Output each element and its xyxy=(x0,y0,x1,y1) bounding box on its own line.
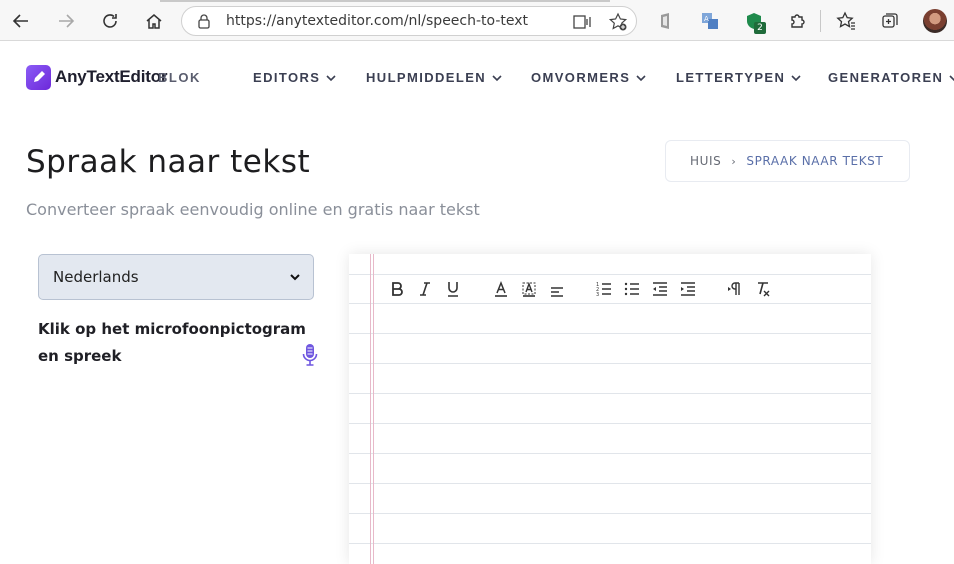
bold-icon xyxy=(392,282,403,296)
back-arrow-icon xyxy=(12,14,28,28)
language-select[interactable]: Nederlands xyxy=(38,254,314,300)
nav-label: GENERATOREN xyxy=(828,70,944,85)
ordered-list-button[interactable]: 123 xyxy=(593,278,615,300)
url-text: https://anytexteditor.com/nl/speech-to-t… xyxy=(226,13,529,29)
nav-label: OMVORMERS xyxy=(531,70,631,85)
text-editor[interactable]: 123 xyxy=(349,254,871,564)
italic-icon xyxy=(420,282,430,296)
nav-item-editors[interactable]: EDITORS xyxy=(253,70,336,85)
chevron-down-icon xyxy=(636,74,646,81)
nav-label: EDITORS xyxy=(253,70,321,85)
lock-icon xyxy=(198,14,210,29)
ordered-list-icon: 123 xyxy=(596,282,611,298)
toolbar-divider xyxy=(820,10,821,32)
office-icon xyxy=(661,13,669,29)
indent-icon xyxy=(681,282,695,296)
logo-text: AnyTextEditor xyxy=(55,67,168,86)
chevron-down-icon xyxy=(949,74,954,81)
margin-line xyxy=(373,254,374,564)
nav-item-omvormers[interactable]: OMVORMERS xyxy=(531,70,646,85)
profile-avatar[interactable] xyxy=(923,9,947,33)
reload-icon xyxy=(103,14,117,28)
bullet-list-icon xyxy=(624,282,639,296)
favorites-star-icon xyxy=(836,11,855,30)
extensions-button[interactable] xyxy=(785,8,811,34)
align-button[interactable] xyxy=(546,278,568,300)
extension-badge: 2 xyxy=(754,22,766,34)
breadcrumb-home-link[interactable]: HUIS xyxy=(690,154,721,168)
reload-button[interactable] xyxy=(97,8,123,34)
clear-format-icon xyxy=(758,282,770,297)
translate-icon: A xyxy=(702,13,718,29)
underline-icon xyxy=(448,282,458,297)
puzzle-icon xyxy=(791,14,805,28)
page-title: Spraak naar tekst xyxy=(26,144,311,180)
breadcrumb: HUIS › SPRAAK NAAR TEKST xyxy=(665,140,910,182)
breadcrumb-current: SPRAAK NAAR TEKST xyxy=(746,154,884,168)
background-color-button[interactable] xyxy=(518,278,540,300)
text-direction-button[interactable] xyxy=(724,278,746,300)
chevron-right-icon: › xyxy=(731,154,737,168)
chevron-down-icon xyxy=(791,74,801,81)
forward-arrow-icon xyxy=(59,14,75,28)
mic-instruction: Klik op het microfoonpictogram en spreek xyxy=(38,320,306,365)
outdent-button[interactable] xyxy=(649,278,671,300)
pencil-logo-icon xyxy=(26,64,51,90)
collections-icon xyxy=(882,13,898,28)
svg-text:3: 3 xyxy=(596,292,599,298)
background-color-icon xyxy=(522,282,536,297)
font-color-icon xyxy=(495,280,507,297)
nav-label: LETTERTYPEN xyxy=(676,70,786,85)
nav-item-generatoren[interactable]: GENERATOREN xyxy=(828,70,954,85)
margin-line xyxy=(370,254,371,564)
chevron-down-icon xyxy=(492,74,502,81)
browser-toolbar: https://anytexteditor.com/nl/speech-to-t… xyxy=(0,0,954,41)
tab-strip-edge xyxy=(160,0,610,2)
bold-button[interactable] xyxy=(386,278,408,300)
nav-label: HULPMIDDELEN xyxy=(366,70,487,85)
forward-button[interactable] xyxy=(53,8,79,34)
favorites-button[interactable] xyxy=(833,8,859,34)
page-subtitle: Converteer spraak eenvoudig online en gr… xyxy=(26,200,480,219)
indent-button[interactable] xyxy=(677,278,699,300)
text-direction-icon xyxy=(728,282,740,295)
nav-item-lettertypen[interactable]: LETTERTYPEN xyxy=(676,70,801,85)
clear-format-button[interactable] xyxy=(752,278,774,300)
address-bar[interactable]: https://anytexteditor.com/nl/speech-to-t… xyxy=(181,6,637,36)
chevron-down-icon xyxy=(326,74,336,81)
nav-item-hulpmiddelen[interactable]: HULPMIDDELEN xyxy=(366,70,502,85)
site-logo[interactable]: AnyTextEditor xyxy=(26,63,168,91)
italic-button[interactable] xyxy=(414,278,436,300)
read-aloud-icon[interactable] xyxy=(572,12,592,32)
align-icon xyxy=(551,287,563,297)
back-button[interactable] xyxy=(8,8,34,34)
collections-button[interactable] xyxy=(877,8,903,34)
nav-item-overlapped[interactable]: BLOK xyxy=(158,70,201,85)
font-color-button[interactable] xyxy=(490,278,512,300)
chevron-down-icon xyxy=(290,274,300,281)
microphone-icon[interactable] xyxy=(302,343,318,367)
outdent-icon xyxy=(653,282,667,296)
language-selected-value: Nederlands xyxy=(53,268,139,286)
bullet-list-button[interactable] xyxy=(621,278,643,300)
home-icon xyxy=(146,14,162,29)
home-button[interactable] xyxy=(141,8,167,34)
extension-1-button[interactable] xyxy=(653,8,679,34)
favorite-add-icon[interactable] xyxy=(608,12,628,32)
underline-button[interactable] xyxy=(442,278,464,300)
svg-text:A: A xyxy=(704,15,709,23)
translate-button[interactable]: A xyxy=(697,8,723,34)
ruled-paper-area[interactable] xyxy=(349,274,871,564)
